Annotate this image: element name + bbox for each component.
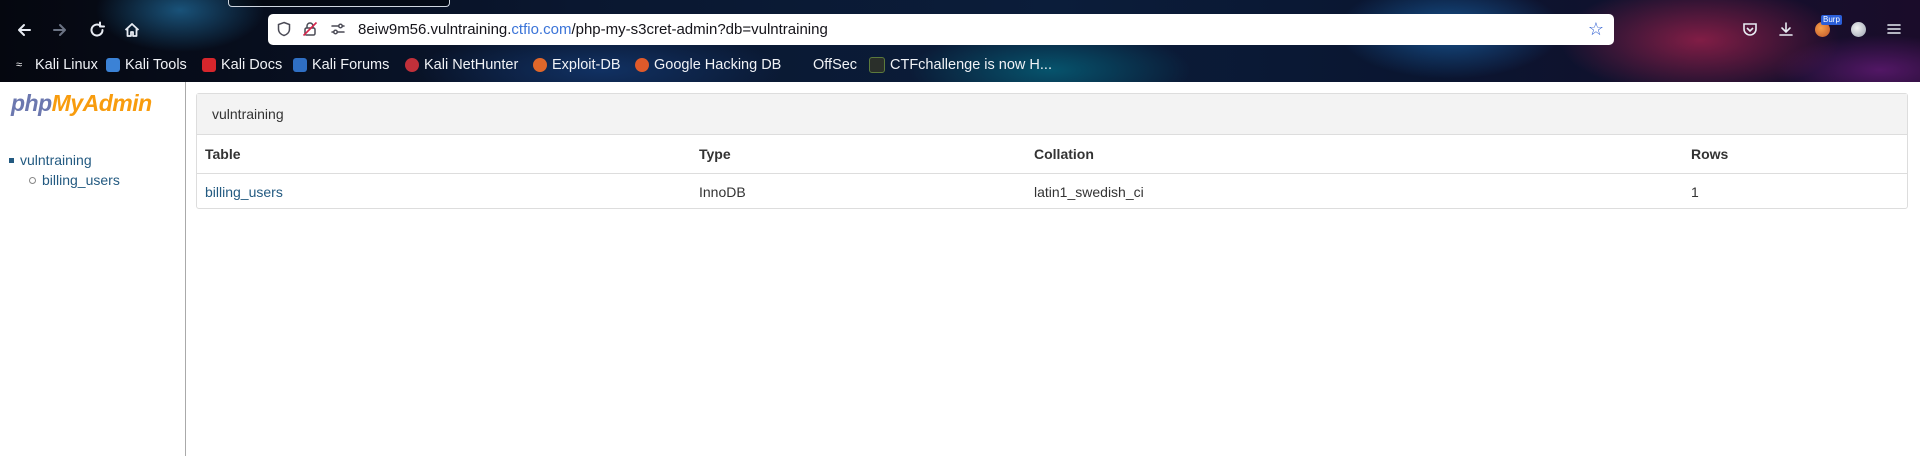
page-content: phpMyAdmin vulntraining billing_users vu… (0, 82, 1920, 456)
kali-forums-icon (293, 58, 307, 72)
database-title: vulntraining (212, 106, 284, 122)
bookmark-label: Kali Linux (35, 57, 98, 73)
bookmark-offsec[interactable]: OffSec (794, 56, 857, 74)
exploit-db-icon (533, 58, 547, 72)
bookmark-label: Kali NetHunter (424, 57, 519, 73)
tree-table-label: billing_users (42, 172, 120, 188)
forward-arrow-icon (53, 24, 66, 36)
tree-table-item[interactable]: billing_users (29, 172, 120, 188)
burp-extension-button[interactable]: Burp (1811, 15, 1842, 40)
column-header-type: Type (691, 135, 1026, 174)
panel-heading: vulntraining (197, 94, 1907, 135)
tree-database-label: vulntraining (20, 152, 92, 168)
site-permissions-icon[interactable] (330, 21, 346, 37)
url-host-prefix: 8eiw9m56.vulntraining. (358, 21, 512, 38)
navigation-sidebar: phpMyAdmin vulntraining billing_users (0, 82, 186, 456)
url-bar[interactable]: 8eiw9m56.vulntraining.ctfio.com/php-my-s… (268, 14, 1614, 45)
database-panel: vulntraining Table Type Collation Rows b… (196, 93, 1908, 209)
bookmark-kali-forums[interactable]: Kali Forums (293, 56, 389, 74)
table-row: billing_users InnoDB latin1_swedish_ci 1 (197, 174, 1907, 211)
tab-strip-stub (228, 0, 450, 7)
nethunter-icon (405, 58, 419, 72)
bookmark-label: OffSec (813, 57, 858, 73)
back-button[interactable] (13, 19, 35, 41)
cell-collation: latin1_swedish_ci (1034, 184, 1144, 200)
pocket-icon (1743, 23, 1757, 36)
bookmark-google-hacking-db[interactable]: Google Hacking DB (635, 56, 781, 74)
kali-tools-icon (106, 58, 120, 72)
cell-rows: 1 (1691, 184, 1699, 200)
home-icon (124, 23, 140, 37)
extension-button[interactable] (1847, 18, 1869, 40)
cell-table-name: billing_users (197, 174, 691, 211)
tracking-shield-icon[interactable] (276, 21, 292, 37)
bookmark-kali-linux[interactable]: ≈ Kali Linux (16, 56, 98, 74)
reload-icon (90, 21, 105, 37)
bookmark-kali-tools[interactable]: Kali Tools (106, 56, 187, 74)
logo-myadmin-text: MyAdmin (51, 90, 153, 116)
tables-list: Table Type Collation Rows billing_users … (197, 135, 1907, 210)
url-path: /php-my-s3cret-admin?db=vulntraining (571, 21, 828, 38)
bookmark-label: Kali Docs (221, 57, 283, 73)
home-button[interactable] (121, 19, 143, 41)
burp-badge: Burp (1821, 15, 1842, 25)
back-arrow-icon (18, 24, 31, 36)
tree-database-item[interactable]: vulntraining (9, 152, 120, 168)
bookmarks-toolbar: ≈ Kali Linux Kali Tools Kali Docs Kali F… (0, 52, 1920, 78)
download-icon (1779, 22, 1793, 36)
extension-globe-icon (1850, 21, 1866, 37)
table-header-row: Table Type Collation Rows (197, 135, 1907, 174)
table-link[interactable]: billing_users (205, 184, 283, 200)
phpmyadmin-logo[interactable]: phpMyAdmin (11, 90, 152, 117)
hamburger-menu-icon (1887, 24, 1901, 34)
bookmark-ctfchallenge[interactable]: CTFchallenge is now H... (869, 56, 1052, 74)
logo-php-text: php (11, 90, 52, 116)
ctf-icon (869, 57, 885, 73)
bullet-circle-icon (29, 176, 36, 184)
column-header-collation: Collation (1026, 135, 1683, 174)
bullet-square-icon (9, 157, 14, 163)
ghdb-icon (635, 58, 649, 72)
insecure-lock-icon[interactable] (302, 21, 318, 37)
cell-type: InnoDB (699, 184, 746, 200)
bookmark-star-icon[interactable]: ☆ (1588, 19, 1604, 40)
bookmark-label: CTFchallenge is now H... (890, 57, 1052, 73)
column-header-table: Table (197, 135, 691, 174)
bookmark-exploit-db[interactable]: Exploit-DB (533, 56, 621, 74)
kali-dragon-icon: ≈ (16, 59, 23, 71)
database-tree: vulntraining billing_users (9, 152, 120, 188)
app-menu-button[interactable] (1883, 18, 1905, 40)
bookmark-label: Exploit-DB (552, 57, 621, 73)
downloads-button[interactable] (1775, 18, 1797, 40)
reload-button[interactable] (86, 19, 108, 41)
kali-docs-icon (202, 58, 216, 72)
pocket-button[interactable] (1739, 18, 1761, 40)
bookmark-label: Google Hacking DB (654, 57, 782, 73)
offsec-icon (794, 58, 808, 72)
browser-chrome: 8eiw9m56.vulntraining.ctfio.com/php-my-s… (0, 0, 1920, 82)
forward-button[interactable] (49, 19, 71, 41)
bookmark-kali-nethunter[interactable]: Kali NetHunter (405, 56, 518, 74)
url-domain: ctfio.com (511, 21, 572, 38)
bookmark-kali-docs[interactable]: Kali Docs (202, 56, 282, 74)
bookmark-label: Kali Tools (125, 57, 187, 73)
url-text[interactable]: 8eiw9m56.vulntraining.ctfio.com/php-my-s… (358, 21, 828, 38)
bookmark-label: Kali Forums (312, 57, 390, 73)
column-header-rows: Rows (1683, 135, 1907, 174)
